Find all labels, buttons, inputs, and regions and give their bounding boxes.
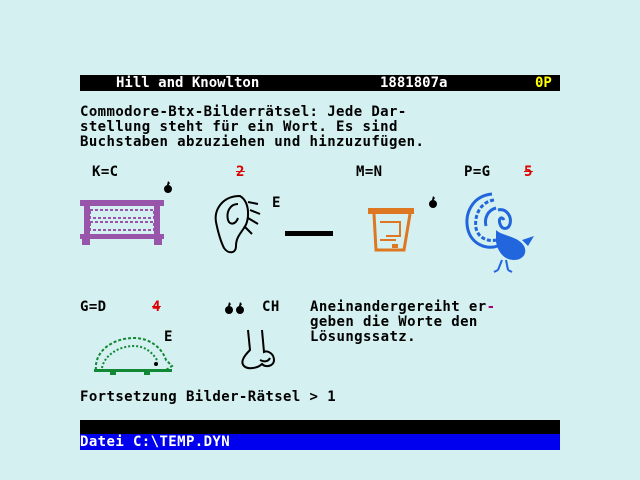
ear-picture: [214, 194, 261, 254]
label-g-equals-d: G=D: [80, 299, 107, 315]
dash-minus: [285, 231, 333, 236]
chest-picture: [80, 200, 164, 245]
intro-line-2: stellung steht für ein Wort. Es sind: [80, 119, 398, 135]
label-p-equals-g: P=G: [464, 164, 491, 180]
apostrophe-icon-1: [164, 181, 172, 193]
nose-picture: [241, 329, 276, 370]
input-line: [80, 420, 560, 434]
turkey-picture: [465, 192, 534, 273]
pot-picture: [368, 208, 414, 252]
label-ch: CH: [262, 299, 280, 315]
label-minus-2: 2: [236, 164, 245, 180]
provider-name: Hill and Knowlton: [116, 75, 260, 91]
page-price: 0P: [535, 75, 552, 91]
status-bar: Datei C:\TEMP.DYN: [80, 434, 560, 450]
continuation-link[interactable]: Fortsetzung Bilder-Rätsel > 1: [80, 390, 336, 405]
label-plus-e-1: E: [272, 195, 281, 211]
intro-line-1: Commodore-Btx-Bilderrätsel: Jede Dar-: [80, 104, 407, 120]
hint-line-3: Lösungssatz.: [310, 329, 416, 345]
double-apostrophe-icon: [225, 302, 244, 314]
label-m-equals-n: M=N: [356, 164, 383, 180]
page-number: 1881807a: [380, 75, 448, 91]
hint-line-1: Aneinandergereiht er-: [310, 299, 496, 315]
label-k-equals-c: K=C: [92, 164, 119, 180]
hint-line-2: geben die Worte den: [310, 314, 478, 330]
intro-line-3: Buchstaben abzuziehen und hinzuzufügen.: [80, 134, 425, 150]
apostrophe-icon-2: [429, 196, 437, 208]
status-text: Datei C:\TEMP.DYN: [80, 434, 231, 450]
label-minus-4: 4: [152, 299, 161, 315]
header-bar: Hill and Knowlton 1881807a 0P: [80, 75, 560, 91]
label-minus-5: 5: [524, 164, 533, 180]
hedgehog-picture: [94, 336, 174, 375]
